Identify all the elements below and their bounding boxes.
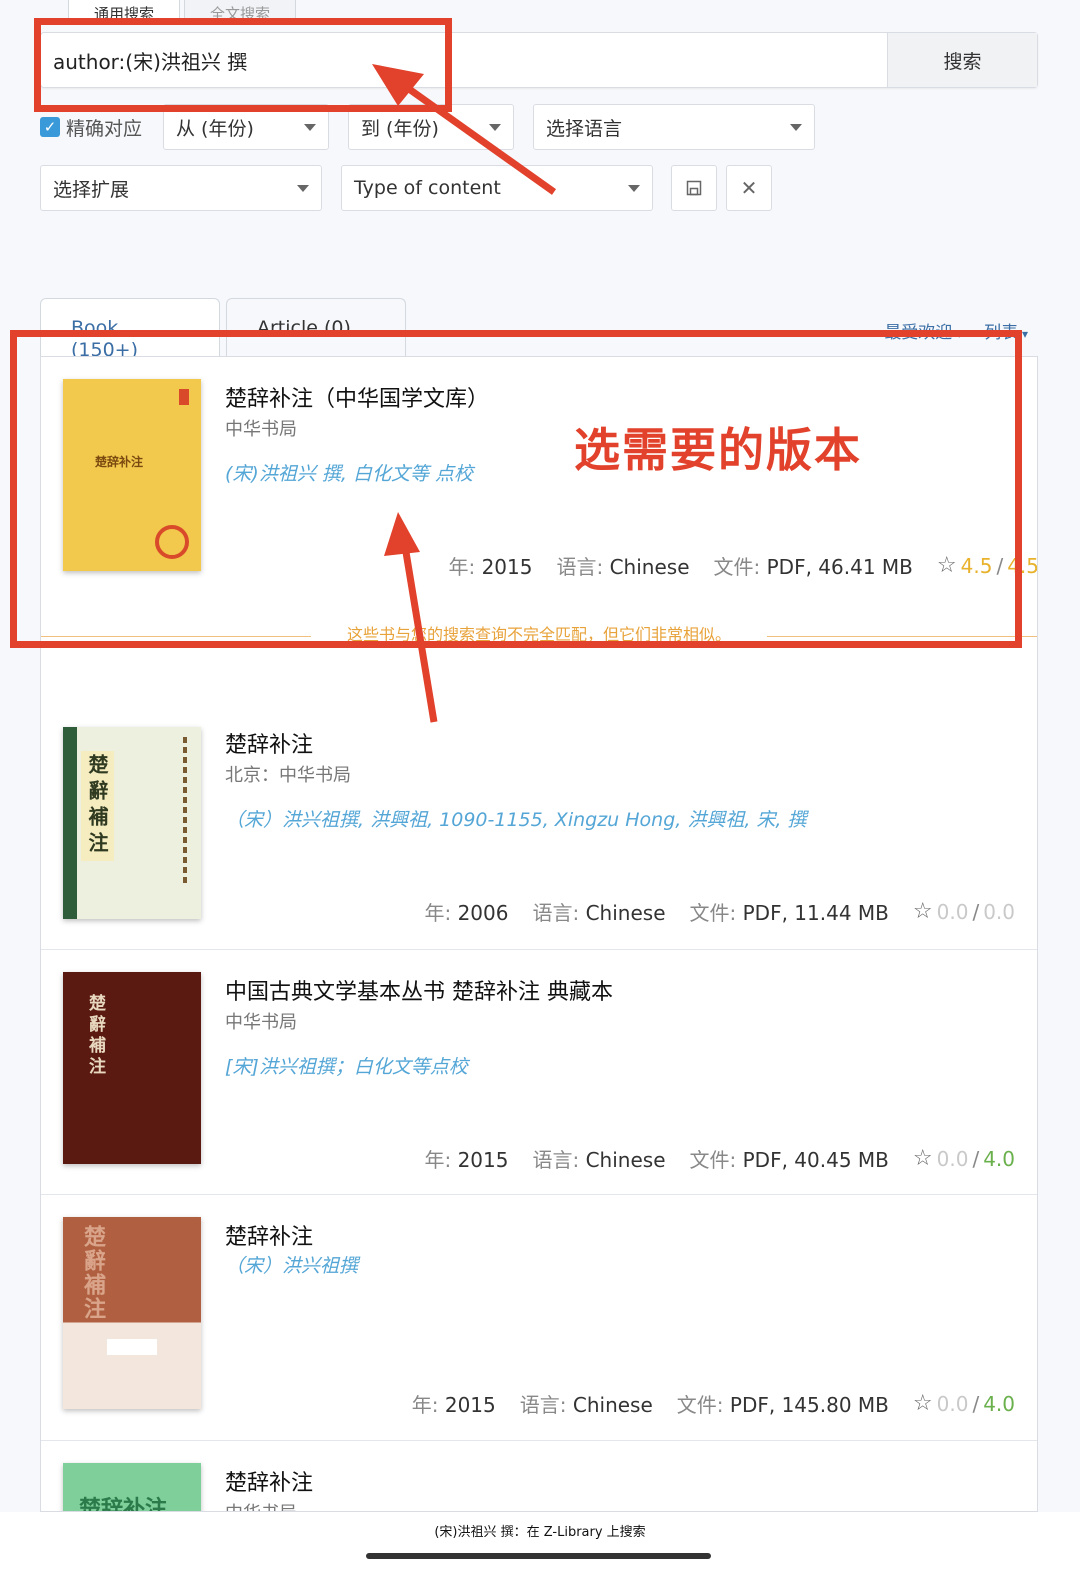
arrow-head-icon — [372, 64, 424, 106]
annotation-arrow-line-2 — [400, 539, 438, 723]
footer-title: (宋)洪祖兴 撰：在 Z-Library 上搜索 — [0, 1512, 1080, 1572]
home-indicator[interactable] — [366, 1553, 711, 1559]
annotation-arrow-line-1 — [399, 81, 557, 195]
annotation-arrows — [372, 64, 557, 723]
arrow-head-icon — [384, 512, 420, 556]
